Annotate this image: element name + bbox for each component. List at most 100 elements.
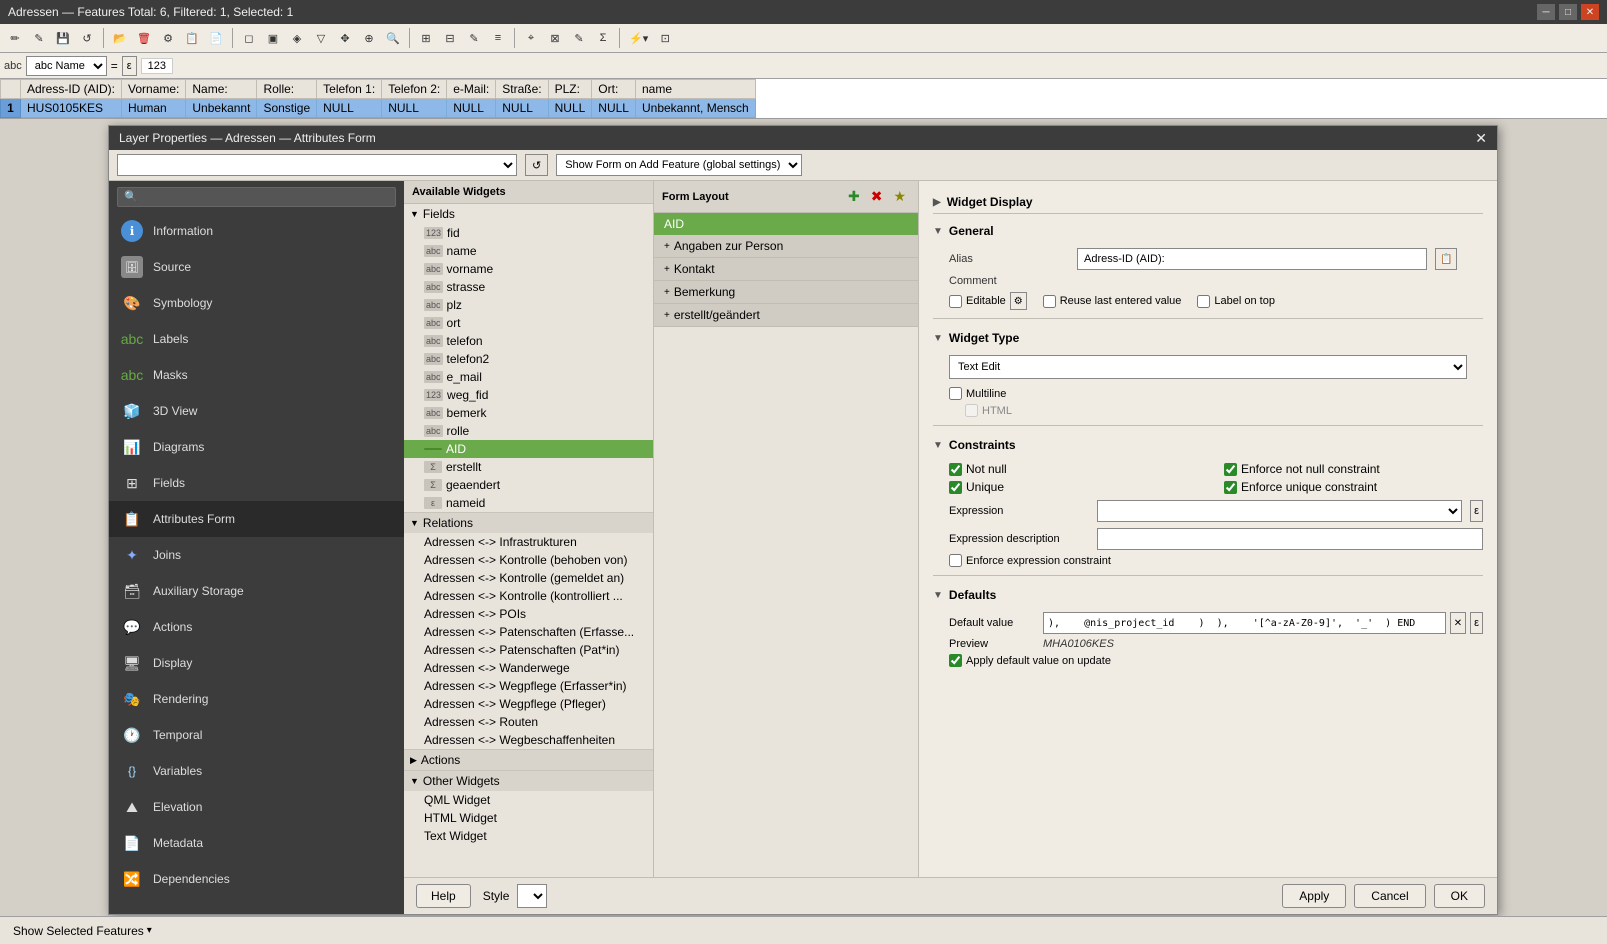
expression-edit-btn[interactable]: ε xyxy=(1470,500,1483,522)
paste-btn[interactable]: 📄 xyxy=(205,27,227,49)
cell-vorname[interactable]: Human xyxy=(122,99,186,118)
field-strasse[interactable]: abc strasse xyxy=(404,278,653,296)
sidebar-item-temporal[interactable]: 🕐 Temporal xyxy=(109,717,404,753)
sidebar-search-input[interactable] xyxy=(117,187,396,207)
actions-dropdown-btn[interactable]: ⚡▾ xyxy=(625,27,652,49)
export-btn[interactable]: ✎ xyxy=(463,27,485,49)
widget-display-header[interactable]: ▶ Widget Display xyxy=(933,191,1483,214)
col-ort[interactable]: Ort: xyxy=(592,80,636,99)
label-on-top-checkbox[interactable] xyxy=(1197,295,1210,308)
apply-btn[interactable]: Apply xyxy=(1282,884,1346,908)
sidebar-item-joins[interactable]: ✦ Joins xyxy=(109,537,404,573)
editable-checkbox[interactable] xyxy=(949,295,962,308)
form-group-angaben[interactable]: + Angaben zur Person xyxy=(654,235,918,258)
relations-group-header[interactable]: ▼ Relations xyxy=(404,512,653,533)
close-btn[interactable]: ✕ xyxy=(1581,4,1599,20)
zoom-in-btn[interactable]: ⊕ xyxy=(358,27,380,49)
show-selected-btn[interactable]: Show Selected Features ▾ xyxy=(8,921,157,941)
epsilon-btn[interactable]: ε xyxy=(122,56,137,76)
field-telefon2[interactable]: abc telefon2 xyxy=(404,350,653,368)
other-widget-1[interactable]: HTML Widget xyxy=(404,809,653,827)
form-group-bemerkung[interactable]: + Bemerkung xyxy=(654,281,918,304)
enforce-expr-checkbox[interactable] xyxy=(949,554,962,567)
field-fid[interactable]: 123 fid xyxy=(404,224,653,242)
cancel-btn[interactable]: Cancel xyxy=(1354,884,1425,908)
enforce-unique-checkbox[interactable] xyxy=(1224,481,1237,494)
form-item-AID[interactable]: AID xyxy=(654,213,918,235)
import-btn[interactable]: ⊟ xyxy=(439,27,461,49)
col-name[interactable]: Name: xyxy=(186,80,257,99)
sidebar-item-attributes-form[interactable]: 📋 Attributes Form xyxy=(109,501,404,537)
cell-tel2[interactable]: NULL xyxy=(382,99,447,118)
dock-btn[interactable]: ⊡ xyxy=(654,27,676,49)
default-clear-btn[interactable]: ✕ xyxy=(1450,612,1466,634)
relation-0[interactable]: Adressen <-> Infrastrukturen xyxy=(404,533,653,551)
dialog-close-btn[interactable]: ✕ xyxy=(1475,131,1487,145)
copy-btn[interactable]: 📋 xyxy=(181,27,203,49)
expression-desc-input[interactable] xyxy=(1097,528,1483,550)
open-btn[interactable]: 📂 xyxy=(109,27,131,49)
new-btn[interactable]: ⊞ xyxy=(415,27,437,49)
relation-9[interactable]: Adressen <-> Wegpflege (Pfleger) xyxy=(404,695,653,713)
other-widget-0[interactable]: QML Widget xyxy=(404,791,653,809)
relation-2[interactable]: Adressen <-> Kontrolle (gemeldet an) xyxy=(404,569,653,587)
form-layout-move-btn[interactable]: ★ xyxy=(889,186,910,207)
col-plz[interactable]: PLZ: xyxy=(548,80,592,99)
stats-btn[interactable]: ≡ xyxy=(487,27,509,49)
reuse-checkbox[interactable] xyxy=(1043,295,1056,308)
sidebar-item-display[interactable]: 🖥 Display xyxy=(109,645,404,681)
relation-3[interactable]: Adressen <-> Kontrolle (kontrolliert ... xyxy=(404,587,653,605)
cell-strasse[interactable]: NULL xyxy=(496,99,548,118)
cell-aid[interactable]: HUS0105KES xyxy=(21,99,122,118)
cell-name2[interactable]: Unbekannt, Mensch xyxy=(635,99,755,118)
col-vorname[interactable]: Vorname: xyxy=(122,80,186,99)
field-rolle[interactable]: abc rolle xyxy=(404,422,653,440)
field-AID-selected[interactable]: AID xyxy=(404,440,653,458)
cell-ort[interactable]: NULL xyxy=(592,99,636,118)
cell-email[interactable]: NULL xyxy=(447,99,496,118)
zoom-prev-btn[interactable]: ✎ xyxy=(568,27,590,49)
sidebar-item-elevation[interactable]: ⛰ Elevation xyxy=(109,789,404,825)
select2-btn[interactable]: ▣ xyxy=(262,27,284,49)
widget-type-header[interactable]: ▼ Widget Type xyxy=(933,327,1483,349)
html-checkbox[interactable] xyxy=(965,404,978,417)
sidebar-item-dependencies[interactable]: 🔀 Dependencies xyxy=(109,861,404,897)
sidebar-item-source[interactable]: 🗄 Source xyxy=(109,249,404,285)
field-plz[interactable]: abc plz xyxy=(404,296,653,314)
sidebar-item-variables[interactable]: {} Variables xyxy=(109,753,404,789)
ok-btn[interactable]: OK xyxy=(1434,884,1485,908)
other-widgets-group-header[interactable]: ▼ Other Widgets xyxy=(404,770,653,791)
enforce-not-null-checkbox[interactable] xyxy=(1224,463,1237,476)
select-btn[interactable]: ◻ xyxy=(238,27,260,49)
general-header[interactable]: ▼ General xyxy=(933,220,1483,242)
field-calc-btn[interactable]: Σ xyxy=(592,27,614,49)
cell-name[interactable]: Unbekannt xyxy=(186,99,257,118)
zoom-select-btn[interactable]: ⌖ xyxy=(520,27,542,49)
not-null-checkbox[interactable] xyxy=(949,463,962,476)
delete-btn[interactable]: 🗑 xyxy=(133,27,155,49)
expression-dropdown[interactable] xyxy=(1097,500,1462,522)
constraints-header[interactable]: ▼ Constraints xyxy=(933,434,1483,456)
apply-default-checkbox[interactable] xyxy=(949,654,962,667)
relation-4[interactable]: Adressen <-> POIs xyxy=(404,605,653,623)
sidebar-item-3dview[interactable]: 🧊 3D View xyxy=(109,393,404,429)
table-row[interactable]: 1 HUS0105KES Human Unbekannt Sonstige NU… xyxy=(1,99,756,118)
edit-btn[interactable]: ✏ xyxy=(4,27,26,49)
field-weg-fid[interactable]: 123 weg_fid xyxy=(404,386,653,404)
col-email[interactable]: e-Mail: xyxy=(447,80,496,99)
default-expr-btn[interactable]: ε xyxy=(1470,612,1483,634)
form-layout-remove-btn[interactable]: ✖ xyxy=(867,186,887,207)
sidebar-item-diagrams[interactable]: 📊 Diagrams xyxy=(109,429,404,465)
search-btn[interactable]: 🔍 xyxy=(382,27,404,49)
relation-1[interactable]: Adressen <-> Kontrolle (behoben von) xyxy=(404,551,653,569)
relation-7[interactable]: Adressen <-> Wanderwege xyxy=(404,659,653,677)
sidebar-item-metadata[interactable]: 📄 Metadata xyxy=(109,825,404,861)
form-layout-add-btn[interactable]: ✚ xyxy=(844,186,864,207)
sidebar-item-symbology[interactable]: 🎨 Symbology xyxy=(109,285,404,321)
alias-input[interactable] xyxy=(1077,248,1427,270)
relation-10[interactable]: Adressen <-> Routen xyxy=(404,713,653,731)
col-tel1[interactable]: Telefon 1: xyxy=(317,80,382,99)
sidebar-item-masks[interactable]: abc Masks xyxy=(109,357,404,393)
widget-type-dropdown[interactable]: Text Edit xyxy=(949,355,1467,379)
col-aid[interactable]: Adress-ID (AID): xyxy=(21,80,122,99)
